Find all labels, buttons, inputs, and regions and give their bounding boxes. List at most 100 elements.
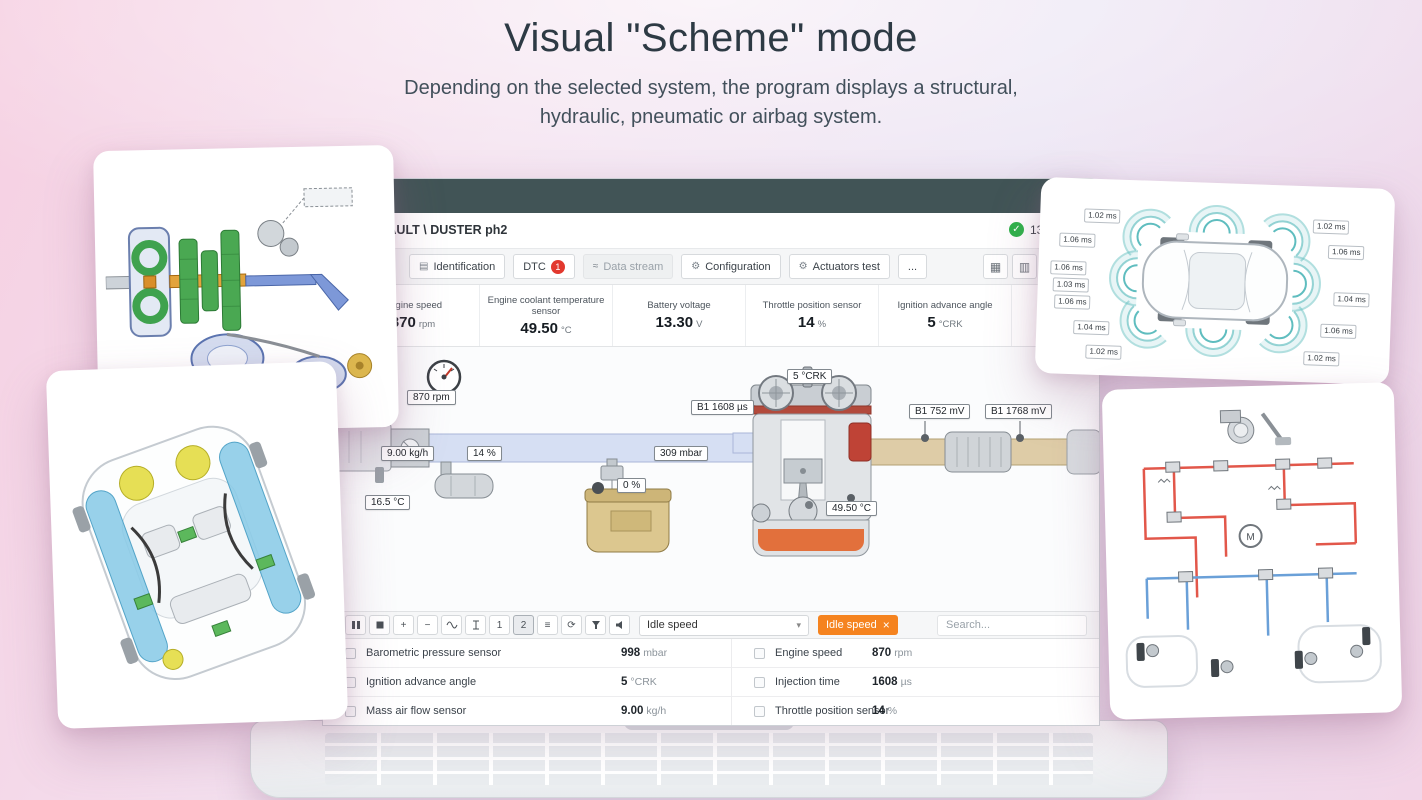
sound-button[interactable]	[609, 615, 630, 635]
app-titlebar: RENAULT \ DUSTER ph2 ✓ 13.	[323, 213, 1099, 249]
dtc-count-badge: 1	[550, 259, 565, 274]
parameter-table: Barometric pressure sensor 998 mbar Ignit…	[323, 639, 1099, 725]
parking-time-label: 1.06 ms	[1053, 294, 1091, 310]
list-icon: ▤	[419, 261, 429, 272]
table-row[interactable]: Injection time 1608 µs	[732, 668, 1099, 697]
scheme-label-coolant-temp: 49.50 °C	[826, 501, 878, 516]
zoom-out-button[interactable]: −	[417, 615, 438, 635]
stream-icon: ≈	[592, 261, 599, 272]
laptop-keyboard	[325, 733, 1093, 785]
tab-data-stream[interactable]: ≈ Data stream	[582, 254, 674, 279]
filter-button[interactable]	[585, 615, 606, 635]
table-row[interactable]: Engine speed 870 rpm	[732, 639, 1099, 668]
graph-mode-button[interactable]	[441, 615, 462, 635]
subtitle-line-1: Depending on the selected system, the pr…	[404, 77, 1018, 99]
sensor-name: Ignition advance angle	[897, 300, 993, 311]
tab-configuration[interactable]: ⚙ Configuration	[681, 254, 781, 279]
row-checkbox[interactable]	[754, 647, 765, 659]
page-1-button[interactable]: 1	[489, 615, 510, 635]
scheme-label-throttle: 14 %	[467, 446, 502, 461]
sensor-card-row: Engine speed 870 rpm Engine coolant tempe…	[323, 285, 1099, 347]
ibeam-icon	[472, 620, 479, 630]
scheme-label-purge-valve: 0 %	[617, 478, 647, 493]
hero: Visual "Scheme" mode Depending on the se…	[0, 0, 1422, 132]
group-select-value: Idle speed	[647, 619, 698, 631]
refresh-button[interactable]: ⟳	[561, 615, 582, 635]
scheme-label-pressure: 309 mbar	[654, 446, 709, 461]
row-checkbox[interactable]	[754, 676, 765, 688]
page-2-button[interactable]: 2	[513, 615, 534, 635]
sensor-name: Engine coolant temperature sensor	[487, 294, 605, 317]
status-check-icon: ✓	[1009, 222, 1024, 237]
marker-mode-button[interactable]	[465, 615, 486, 635]
motor-label: M	[1246, 532, 1255, 543]
app-window-header	[323, 179, 1099, 213]
remove-filter-icon[interactable]: ×	[883, 619, 890, 631]
table-right-column: Engine speed 870 rpm Injection time 1608 µ…	[731, 639, 1099, 725]
wave-icon	[446, 621, 457, 629]
tab-dtc[interactable]: DTC 1	[513, 254, 575, 279]
speaker-icon	[615, 621, 622, 629]
diagnostic-app: RENAULT \ DUSTER ph2 ✓ 13. ▤ Identificati…	[323, 179, 1099, 725]
view-switcher: ▦ ▥	[983, 254, 1037, 279]
scheme-label-mass-air-flow: 9.00 kg/h	[381, 446, 435, 461]
parking-time-label: 1.06 ms	[1327, 244, 1365, 261]
parking-time-label: 1.03 ms	[1052, 277, 1090, 293]
table-row[interactable]: Mass air flow sensor 9.00 kg/h	[323, 697, 731, 725]
funnel-icon	[591, 621, 600, 629]
scheme-label-engine-speed: 870 rpm	[407, 390, 456, 405]
parking-time-label: 1.06 ms	[1320, 323, 1358, 339]
tab-more[interactable]: ...	[897, 254, 928, 279]
sensor-value: 5 °CRK	[927, 314, 963, 331]
parking-time-label: 1.02 ms	[1085, 344, 1123, 360]
page-subtitle: Depending on the selected system, the pr…	[0, 74, 1422, 132]
hydraulic-diagram: M	[1125, 409, 1382, 688]
row-checkbox[interactable]	[345, 647, 356, 659]
sensor-card-coolant-temp[interactable]: Engine coolant temperature sensor 49.50 °…	[479, 285, 612, 346]
sensor-name: Battery voltage	[647, 300, 711, 311]
scheme-label-advance-angle: 5 °CRK	[787, 369, 833, 384]
search-input[interactable]	[937, 614, 1087, 636]
row-checkbox[interactable]	[754, 705, 765, 717]
filter-tag[interactable]: Idle speed ×	[818, 615, 898, 635]
laptop-base	[250, 720, 1168, 798]
parking-time-label: 1.04 ms	[1073, 320, 1110, 336]
page-title: Visual "Scheme" mode	[504, 16, 918, 60]
gear-icon: ⚙	[691, 261, 701, 272]
scheme-view: 870 rpm B1 1608 µs 5 °CRK B1 752 mV B1 1…	[323, 347, 1099, 611]
chart-view-icon[interactable]: ▥	[1012, 254, 1037, 279]
parking-time-label: 1.02 ms	[1303, 351, 1341, 367]
table-row[interactable]: Barometric pressure sensor 998 mbar	[323, 639, 731, 668]
scheme-label-lambda-upstream: B1 752 mV	[909, 404, 971, 419]
parking-time-label: 1.06 ms	[1050, 260, 1088, 276]
sensor-card-battery-voltage[interactable]: Battery voltage 13.30 V	[612, 285, 745, 346]
list-view-button[interactable]: ≡	[537, 615, 558, 635]
stream-toolbar: + − 1 2 ≡ ⟳ Idle speed ▾ Idle speed ×	[323, 611, 1099, 639]
tab-identification[interactable]: ▤ Identification	[409, 254, 506, 279]
chevron-down-icon: ▾	[796, 619, 801, 630]
sensor-card-ignition-advance[interactable]: Ignition advance angle 5 °CRK	[878, 285, 1011, 346]
parking-time-label: 1.04 ms	[1333, 292, 1371, 308]
tab-actuators-test[interactable]: ⚙ Actuators test	[788, 254, 890, 279]
stop-icon	[376, 621, 383, 629]
parking-time-label: 1.06 ms	[1059, 232, 1097, 248]
sensor-card-throttle-position[interactable]: Throttle position sensor 14%	[745, 285, 878, 346]
card-hydraulic-scheme: M	[1101, 382, 1403, 720]
stop-button[interactable]	[369, 615, 390, 635]
sensor-value: 13.30 V	[655, 314, 703, 331]
grid-view-icon[interactable]: ▦	[983, 254, 1008, 279]
subtitle-line-2: hydraulic, pneumatic or airbag system.	[539, 106, 883, 128]
table-row[interactable]: Throttle position sensor 14%	[732, 697, 1099, 725]
scheme-label-intake-temp: 16.5 °C	[365, 495, 411, 510]
group-select[interactable]: Idle speed ▾	[639, 614, 809, 636]
pause-button[interactable]	[345, 615, 366, 635]
app-tabbar: ▤ Identification DTC 1 ≈ Data stream ⚙ Confi…	[323, 249, 1099, 285]
sensor-name: Throttle position sensor	[762, 300, 862, 311]
laptop-screen: RENAULT \ DUSTER ph2 ✓ 13. ▤ Identificati…	[322, 178, 1100, 726]
sensor-value: 49.50 °C	[520, 319, 572, 337]
table-left-column: Barometric pressure sensor 998 mbar Ignit…	[323, 639, 731, 725]
zoom-in-button[interactable]: +	[393, 615, 414, 635]
actuator-icon: ⚙	[798, 261, 808, 272]
table-row[interactable]: Ignition advance angle 5 °CRK	[323, 668, 731, 697]
promo-stage: Visual "Scheme" mode Depending on the se…	[0, 0, 1422, 800]
